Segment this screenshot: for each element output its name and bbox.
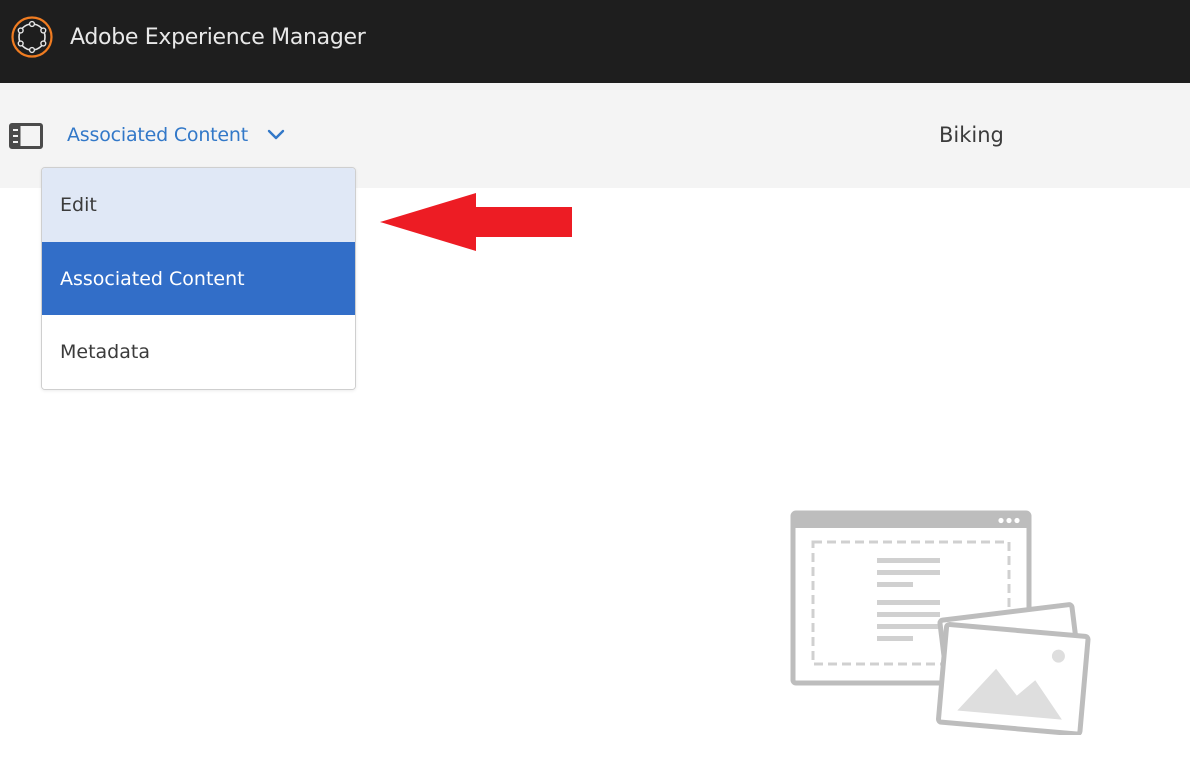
global-header: Adobe Experience Manager xyxy=(0,0,1190,83)
view-menu: Edit Associated Content Metadata xyxy=(41,167,356,390)
view-switcher-button[interactable]: Associated Content xyxy=(67,120,286,150)
chevron-down-icon xyxy=(267,129,285,140)
view-menu-item-edit[interactable]: Edit xyxy=(42,168,355,242)
app-title[interactable]: Adobe Experience Manager xyxy=(70,24,366,52)
view-switcher-label: Associated Content xyxy=(67,124,248,146)
adobe-experience-cloud-logo-icon[interactable] xyxy=(11,16,53,58)
rail-toggle-icon[interactable] xyxy=(9,123,43,149)
page-title: Biking xyxy=(939,123,1004,147)
empty-page-with-images-illustration-icon xyxy=(790,510,1091,735)
view-menu-item-metadata[interactable]: Metadata xyxy=(42,315,355,389)
view-menu-item-associated-content[interactable]: Associated Content xyxy=(42,242,355,315)
red-arrow-left-icon xyxy=(380,193,572,251)
